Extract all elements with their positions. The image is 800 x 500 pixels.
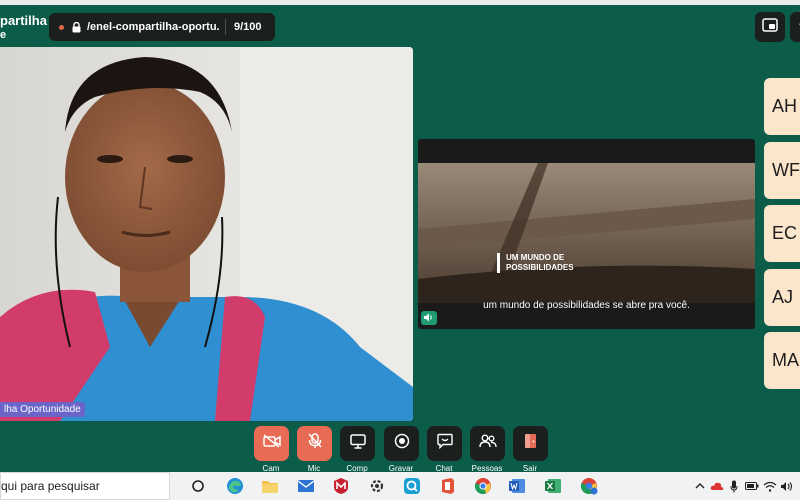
participant-video-image <box>0 47 413 421</box>
record-button[interactable] <box>384 426 419 461</box>
video-overlay-line-2: POSSIBILIDADES <box>506 263 574 272</box>
tray-wifi-icon[interactable] <box>763 478 777 494</box>
word-icon[interactable] <box>508 477 526 495</box>
room-url[interactable]: /enel-compartilha-oportu... <box>87 21 219 33</box>
room-subtitle: e <box>0 29 7 41</box>
chrome-icon[interactable] <box>474 477 492 495</box>
app-q-icon[interactable] <box>403 477 421 495</box>
excel-icon[interactable] <box>544 477 562 495</box>
people-icon <box>478 434 497 453</box>
settings-button[interactable] <box>790 12 800 42</box>
file-explorer-icon[interactable] <box>261 477 279 495</box>
lock-icon <box>72 21 81 33</box>
tray-mic-icon[interactable] <box>729 478 739 494</box>
participant-tile-aj[interactable]: AJ <box>764 269 800 326</box>
participant-tile-ma[interactable]: MA <box>764 332 800 389</box>
mcafee-icon[interactable] <box>332 477 350 495</box>
video-overlay-line-1: UM MUNDO DE <box>506 253 565 262</box>
top-border <box>0 0 800 5</box>
camera-toggle-button[interactable] <box>254 426 289 461</box>
volume-button[interactable] <box>421 311 437 325</box>
url-divider <box>225 19 226 35</box>
participant-tile-wf[interactable]: WF <box>764 142 800 199</box>
record-icon <box>394 433 410 454</box>
mic-off-icon <box>307 433 322 454</box>
tray-volume-icon[interactable] <box>780 478 794 494</box>
settings-gear-icon[interactable] <box>368 477 386 495</box>
mic-toggle-button[interactable] <box>297 426 332 461</box>
camera-feed <box>0 47 413 421</box>
people-button[interactable] <box>470 426 505 461</box>
mail-icon[interactable] <box>297 477 315 495</box>
speaker-icon <box>424 309 434 327</box>
exit-door-icon <box>524 433 538 454</box>
edge-browser-icon[interactable] <box>226 477 244 495</box>
participant-tile-ah[interactable]: AH <box>764 78 800 135</box>
screen-share-icon <box>349 433 366 454</box>
taskbar-search-box[interactable]: qui para pesquisar <box>0 472 170 500</box>
taskbar-search-placeholder: qui para pesquisar <box>1 479 100 493</box>
office-icon[interactable] <box>439 477 457 495</box>
task-view-icon[interactable] <box>189 477 207 495</box>
picture-in-picture-icon <box>762 17 778 37</box>
participant-name-tag: lha Oportunidade <box>0 402 85 417</box>
tray-cloud-icon[interactable] <box>710 478 724 494</box>
screen-share-button[interactable] <box>340 426 375 461</box>
room-title: partilha <box>0 13 47 28</box>
participant-count: 9/100 <box>234 21 262 33</box>
room-url-bar[interactable]: /enel-compartilha-oportu... 9/100 <box>49 13 275 41</box>
leave-button[interactable] <box>513 426 548 461</box>
windows-taskbar: qui para pesquisar <box>0 472 800 500</box>
picture-in-picture-button[interactable] <box>755 12 785 42</box>
participant-tile-ec[interactable]: EC <box>764 205 800 262</box>
video-subtitle: um mundo de possibilidades se abre pra v… <box>483 300 690 311</box>
tray-battery-icon[interactable] <box>745 478 759 494</box>
live-dot-icon <box>59 24 64 30</box>
chat-icon <box>436 433 453 454</box>
chat-button[interactable] <box>427 426 462 461</box>
tray-chevron-up-icon[interactable] <box>694 478 706 494</box>
video-overlay-caption: UM MUNDO DE POSSIBILIDADES <box>497 253 574 273</box>
chrome-profile-icon[interactable] <box>580 477 598 495</box>
camera-off-icon <box>262 434 281 453</box>
